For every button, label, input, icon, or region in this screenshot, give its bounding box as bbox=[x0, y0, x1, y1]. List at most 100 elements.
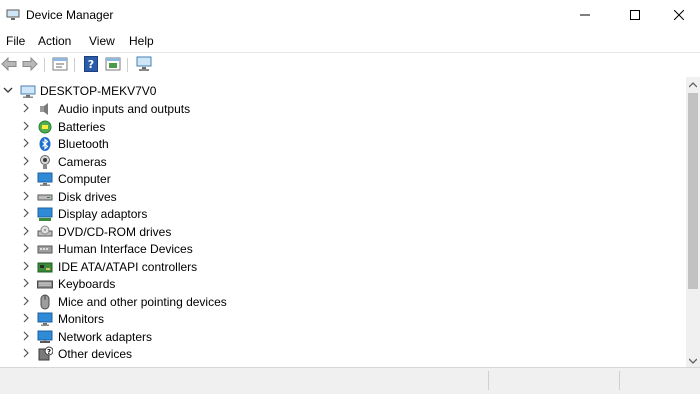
tree-item-label: DVD/CD-ROM drives bbox=[58, 224, 172, 239]
tree-item[interactable]: Cameras bbox=[0, 153, 686, 170]
toolbar: ? bbox=[0, 52, 700, 78]
close-button[interactable] bbox=[656, 0, 700, 31]
device-manager-app-icon bbox=[6, 9, 20, 21]
chevron-up-icon bbox=[688, 77, 698, 91]
chevron-down-icon[interactable] bbox=[3, 84, 13, 96]
help-icon: ? bbox=[84, 55, 98, 75]
tree-item[interactable]: DVD/CD-ROM drives bbox=[0, 223, 686, 240]
menu-action[interactable]: Action bbox=[38, 34, 71, 48]
chevron-right-icon[interactable] bbox=[21, 137, 31, 149]
maximize-button[interactable] bbox=[612, 0, 658, 31]
tree-item[interactable]: Human Interface Devices bbox=[0, 240, 686, 257]
tree-item[interactable]: Batteries bbox=[0, 118, 686, 135]
tree-item-label: IDE ATA/ATAPI controllers bbox=[58, 259, 198, 274]
chevron-right-icon[interactable] bbox=[21, 120, 31, 132]
tree-item[interactable]: Network adapters bbox=[0, 328, 686, 345]
toolbar-separator bbox=[44, 58, 45, 72]
scroll-down-button[interactable] bbox=[686, 353, 700, 367]
menu-help[interactable]: Help bbox=[129, 34, 154, 48]
menu-bar: File Action View Help bbox=[0, 31, 700, 51]
tree-item[interactable]: Keyboards bbox=[0, 275, 686, 292]
tree-item-label: Monitors bbox=[58, 312, 105, 326]
chevron-right-icon[interactable] bbox=[21, 330, 31, 342]
other-devices-icon: ? bbox=[37, 346, 54, 362]
tree-item[interactable]: Bluetooth bbox=[0, 135, 686, 152]
battery-icon bbox=[37, 119, 53, 135]
chevron-right-icon[interactable] bbox=[21, 260, 31, 272]
scan-hardware-icon bbox=[135, 56, 153, 75]
help-button[interactable]: ? bbox=[82, 55, 100, 75]
dvd-drive-icon bbox=[37, 224, 53, 240]
properties-icon bbox=[52, 57, 68, 74]
tree-item-label: Cameras bbox=[58, 154, 107, 169]
tree-item[interactable]: Mice and other pointing devices bbox=[0, 293, 686, 310]
tree-item[interactable]: Audio inputs and outputs bbox=[0, 100, 686, 117]
tree-item-label: Mice and other pointing devices bbox=[58, 294, 227, 309]
chevron-right-icon[interactable] bbox=[21, 102, 31, 114]
back-icon bbox=[1, 56, 17, 74]
bluetooth-icon bbox=[37, 136, 53, 152]
toolbar-separator bbox=[74, 58, 75, 72]
svg-text:?: ? bbox=[47, 348, 51, 356]
back-button[interactable] bbox=[0, 56, 18, 74]
tree-item-label: Batteries bbox=[58, 119, 106, 134]
chevron-right-icon[interactable] bbox=[21, 207, 31, 219]
chevron-down-icon bbox=[688, 353, 698, 367]
title-bar: Device Manager bbox=[0, 0, 700, 31]
tree-item[interactable]: Computer bbox=[0, 170, 686, 187]
forward-button[interactable] bbox=[21, 56, 39, 74]
chevron-right-icon[interactable] bbox=[21, 347, 31, 359]
toolbar-separator bbox=[127, 58, 128, 72]
chevron-right-icon[interactable] bbox=[21, 155, 31, 167]
tree-item[interactable]: Disk drives bbox=[0, 188, 686, 205]
tree-root-label: DESKTOP-MEKV7V0 bbox=[40, 84, 157, 98]
chevron-right-icon[interactable] bbox=[21, 295, 31, 307]
network-adapter-icon bbox=[37, 329, 53, 345]
tree-item[interactable]: Monitors bbox=[0, 310, 686, 327]
tree-item-label: Display adaptors bbox=[58, 207, 148, 221]
chevron-right-icon[interactable] bbox=[21, 277, 31, 289]
computer-icon bbox=[37, 171, 53, 187]
tree-item[interactable]: Display adaptors bbox=[0, 205, 686, 222]
chevron-right-icon[interactable] bbox=[21, 312, 31, 324]
minimize-icon bbox=[580, 9, 590, 23]
update-driver-button[interactable] bbox=[104, 56, 122, 74]
disk-drive-icon bbox=[37, 189, 53, 205]
svg-text:?: ? bbox=[88, 58, 94, 71]
camera-icon bbox=[37, 154, 53, 170]
scroll-thumb[interactable] bbox=[688, 93, 698, 289]
chevron-right-icon[interactable] bbox=[21, 190, 31, 202]
properties-button[interactable] bbox=[51, 56, 69, 74]
tree-item-label: Keyboards bbox=[58, 277, 116, 291]
tree-root[interactable]: DESKTOP-MEKV7V0 bbox=[0, 82, 686, 99]
tree-item[interactable]: IDE ATA/ATAPI controllers bbox=[0, 258, 686, 275]
maximize-icon bbox=[630, 9, 640, 23]
menu-file[interactable]: File bbox=[6, 34, 25, 48]
close-icon bbox=[673, 9, 685, 23]
ide-controller-icon bbox=[37, 259, 53, 275]
chevron-right-icon[interactable] bbox=[21, 242, 31, 254]
keyboard-icon bbox=[37, 276, 53, 292]
vertical-scrollbar[interactable] bbox=[686, 77, 700, 367]
computer-root-icon bbox=[20, 83, 36, 99]
minimize-button[interactable] bbox=[562, 0, 608, 31]
status-panel bbox=[619, 371, 700, 390]
tree-item-label: Network adapters bbox=[58, 329, 153, 344]
status-panel bbox=[488, 371, 619, 390]
speaker-icon bbox=[37, 101, 53, 117]
chevron-right-icon[interactable] bbox=[21, 225, 31, 237]
window-title: Device Manager bbox=[26, 8, 114, 22]
scroll-up-button[interactable] bbox=[686, 77, 700, 91]
menu-view[interactable]: View bbox=[89, 34, 115, 48]
tree-item-label: Audio inputs and outputs bbox=[58, 102, 191, 116]
tree-item[interactable]: ? Other devices bbox=[0, 345, 686, 362]
tree-item-label: Bluetooth bbox=[58, 137, 109, 151]
scan-hardware-button[interactable] bbox=[135, 56, 153, 74]
hid-icon bbox=[37, 241, 53, 257]
update-driver-icon bbox=[105, 57, 121, 74]
monitor-icon bbox=[37, 311, 53, 327]
chevron-right-icon[interactable] bbox=[21, 172, 31, 184]
device-tree: DESKTOP-MEKV7V0 Audio inputs and outputs… bbox=[0, 77, 686, 367]
forward-icon bbox=[22, 56, 38, 74]
tree-item-label: Disk drives bbox=[58, 189, 117, 204]
